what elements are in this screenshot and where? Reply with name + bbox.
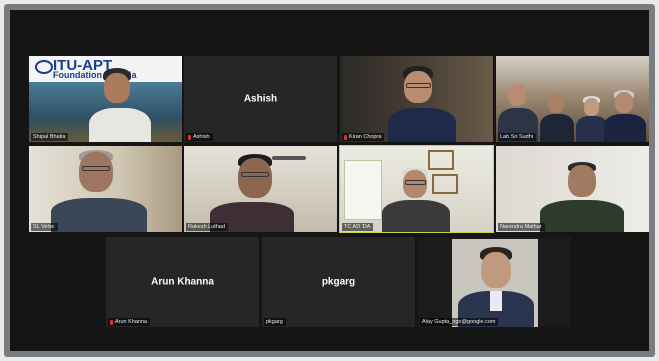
participant-video bbox=[540, 94, 574, 142]
participant-name-center: pkgarg bbox=[321, 276, 356, 288]
participant-video bbox=[540, 160, 624, 232]
participant-name-center: Arun Khanna bbox=[151, 276, 214, 288]
participant-video bbox=[51, 146, 147, 232]
logo-icon bbox=[35, 60, 53, 74]
participant-tile-kiran-chopra[interactable]: Kiran Chopra bbox=[340, 56, 493, 142]
participant-name-label: pkgarg bbox=[264, 318, 286, 326]
participant-name-label: SL Vehic bbox=[31, 223, 58, 231]
participant-name-label: Rakesh Luthad bbox=[186, 223, 228, 231]
participant-name-label: Kiran Chopra bbox=[342, 133, 385, 141]
video-gallery: ITU-APT Foundation of India Shipal Bhati… bbox=[10, 10, 649, 351]
participant-tile-ashish[interactable]: Ashish Ashish bbox=[184, 56, 337, 142]
participant-tile-arun-khanna[interactable]: Arun Khanna Arun Khanna bbox=[106, 237, 259, 327]
participant-name-label: Shipal Bhatia bbox=[31, 133, 69, 141]
participant-video bbox=[604, 90, 646, 142]
participant-tile-rakesh-luthad[interactable]: Rakesh Luthad bbox=[184, 146, 337, 232]
participant-tile-sl-vehic[interactable]: SL Vehic bbox=[29, 146, 182, 232]
mic-muted-icon bbox=[188, 134, 191, 140]
participant-video bbox=[210, 152, 294, 232]
participant-video bbox=[376, 166, 456, 232]
participant-name-label: Narendra Mathur bbox=[498, 223, 545, 231]
participant-tile-narendra-mathur[interactable]: Narendra Mathur bbox=[496, 146, 649, 232]
participant-name-center: Ashish bbox=[243, 93, 278, 105]
participant-tile-active-speaker[interactable]: TC AD 'DA bbox=[339, 145, 494, 233]
participant-name-label: Ashish bbox=[186, 133, 213, 141]
mic-muted-icon bbox=[110, 319, 113, 325]
participant-video bbox=[456, 243, 536, 327]
participant-tile-shipal-bhatia[interactable]: ITU-APT Foundation of India Shipal Bhati… bbox=[29, 56, 182, 142]
participant-tile-alay-gupta[interactable]: Alay Gupta_ngo@google.com bbox=[418, 237, 571, 327]
mic-muted-icon bbox=[344, 134, 347, 140]
participant-tile-pkgarg[interactable]: pkgarg pkgarg bbox=[262, 237, 415, 327]
participant-video bbox=[89, 64, 159, 142]
participant-name-label: TC AD 'DA bbox=[342, 223, 374, 231]
participant-name-label: Alay Gupta_ngo@google.com bbox=[420, 318, 499, 326]
meeting-window: ITU-APT Foundation of India Shipal Bhati… bbox=[4, 4, 655, 357]
participant-name-label: Lab Sri Sudhi bbox=[498, 133, 537, 141]
participant-tile-lab-sri-sudhi[interactable]: Lab Sri Sudhi bbox=[496, 56, 649, 142]
shirt-collar bbox=[490, 291, 502, 311]
participant-video bbox=[388, 62, 458, 142]
participant-name-label: Arun Khanna bbox=[108, 318, 151, 326]
